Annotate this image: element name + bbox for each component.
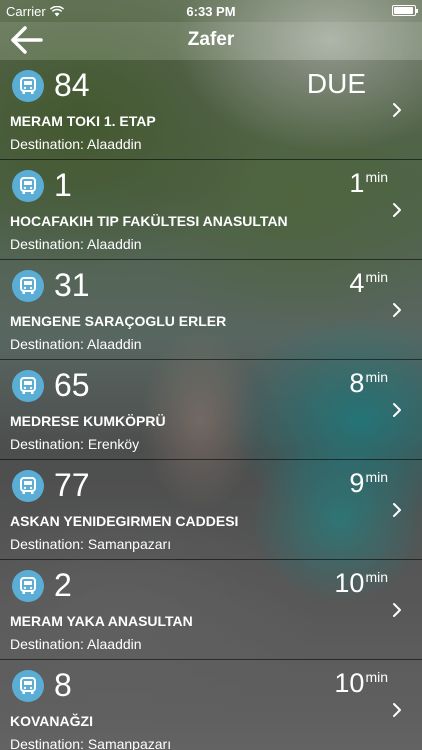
destination-label: Destination: Samanpazarı (10, 536, 172, 552)
bus-icon (12, 570, 44, 602)
eta-value: 4 (349, 268, 365, 298)
destination-label: Destination: Alaaddin (10, 636, 142, 652)
bus-icon (12, 370, 44, 402)
route-name: HOCAFAKIH TIP FAKÜLTESI ANASULTAN (10, 213, 288, 229)
route-name: MENGENE SARAÇOGLU ERLER (10, 313, 227, 329)
destination-label: Destination: Alaaddin (10, 236, 142, 252)
page-title: Zafer (187, 29, 235, 50)
route-name: MERAM TOKI 1. ETAP (10, 113, 156, 129)
navigation-bar: Zafer (0, 22, 422, 60)
destination-label: Destination: Alaaddin (10, 136, 142, 152)
arrivals-list: 84 DUE MERAM TOKI 1. ETAP Destination: A… (0, 60, 422, 750)
eta: 9 min (349, 468, 388, 498)
eta-due-label: DUE (306, 68, 366, 99)
destination-label: Destination: Erenköy (10, 436, 140, 452)
battery-level (394, 7, 413, 14)
chevron-right-icon (393, 203, 401, 217)
route-number: 31 (54, 267, 90, 303)
chevron-right-icon (393, 503, 401, 517)
eta-unit: min (365, 269, 388, 285)
list-item[interactable]: 31 4 min MENGENE SARAÇOGLU ERLER Destina… (0, 260, 422, 360)
list-item[interactable]: 8 10 min KOVANAĞZI Destination: Samanpaz… (0, 660, 422, 750)
eta: 4 min (349, 268, 388, 298)
bus-icon (12, 670, 44, 702)
chevron-right-icon (393, 303, 401, 317)
battery-icon (392, 5, 418, 16)
route-name: MERAM YAKA ANASULTAN (10, 613, 193, 629)
chevron-right-icon (393, 703, 401, 717)
route-name: ASKAN YENIDEGIRMEN CADDESI (10, 513, 239, 529)
eta-unit: min (365, 369, 388, 385)
eta-value: 1 (349, 168, 365, 198)
route-name: KOVANAĞZI (10, 713, 93, 729)
eta-unit: min (365, 669, 388, 685)
eta-unit: min (365, 169, 388, 185)
eta-unit: min (365, 569, 388, 585)
route-number: 8 (54, 667, 72, 703)
eta-value: 9 (349, 468, 365, 498)
eta: 1 min (349, 168, 388, 198)
eta: 8 min (349, 368, 388, 398)
route-number: 2 (54, 567, 72, 603)
eta: 10 min (334, 568, 388, 598)
status-time: 6:33 PM (186, 4, 236, 19)
route-name: MEDRESE KUMKÖPRÜ (10, 413, 166, 429)
eta-value: 10 (334, 668, 365, 698)
bus-icon (12, 170, 44, 202)
eta-value: 8 (349, 368, 365, 398)
bus-icon (12, 470, 44, 502)
list-item[interactable]: 77 9 min ASKAN YENIDEGIRMEN CADDESI Dest… (0, 460, 422, 560)
destination-label: Destination: Samanpazarı (10, 736, 172, 750)
route-number: 77 (54, 467, 90, 503)
eta: 10 min (334, 668, 388, 698)
route-number: 65 (54, 367, 90, 403)
chevron-right-icon (393, 403, 401, 417)
list-item[interactable]: 84 DUE MERAM TOKI 1. ETAP Destination: A… (0, 60, 422, 160)
list-item[interactable]: 2 10 min MERAM YAKA ANASULTAN Destinatio… (0, 560, 422, 660)
eta-unit: min (365, 469, 388, 485)
eta-value: 10 (334, 568, 365, 598)
chevron-right-icon (393, 603, 401, 617)
route-number: 84 (54, 67, 90, 103)
list-item[interactable]: 1 1 min HOCAFAKIH TIP FAKÜLTESI ANASULTA… (0, 160, 422, 260)
destination-label: Destination: Alaaddin (10, 336, 142, 352)
route-number: 1 (54, 167, 72, 203)
bus-icon (12, 270, 44, 302)
bus-icon (12, 70, 44, 102)
list-item[interactable]: 65 8 min MEDRESE KUMKÖPRÜ Destination: E… (0, 360, 422, 460)
chevron-right-icon (393, 103, 401, 117)
status-bar: Carrier 6:33 PM (0, 0, 422, 22)
